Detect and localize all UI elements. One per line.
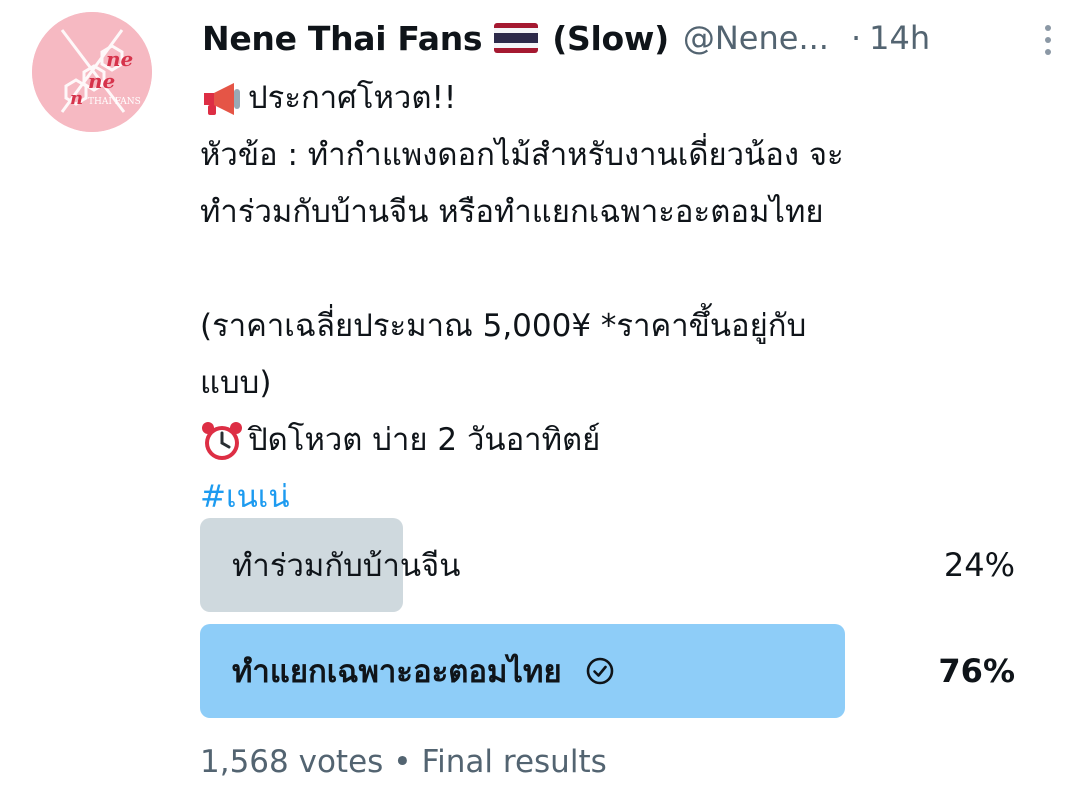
tweet-header: Nene Thai Fans (Slow) @Nene... · 14h: [202, 16, 1052, 60]
tweet-line-6: แบบ): [200, 365, 272, 401]
more-vertical-icon[interactable]: [1042, 22, 1054, 58]
check-circle-icon: [584, 655, 616, 687]
avatar[interactable]: ne ne n THAI FANS: [32, 12, 152, 132]
poll-option-2-label: ทำแยกเฉพาะอะตอมไทย: [232, 654, 562, 690]
poll-vote-count: 1,568 votes: [200, 744, 384, 780]
tweet-line-7-text: ปิดโหวต บ่าย 2 วันอาทิตย์: [248, 422, 601, 458]
tweet-line-3: ทำร่วมกับบ้านจีน หรือทำแยกเฉพาะอะตอมไทย: [200, 194, 824, 230]
poll-footer-separator: •: [393, 744, 412, 780]
poll: ทำร่วมกับบ้านจีน 24% ทำแยกเฉพาะอะตอมไทย …: [200, 518, 1015, 730]
avatar-text-1: ne: [106, 47, 133, 71]
tweet-line-1-text: ประกาศโหวต!!: [248, 80, 457, 116]
avatar-text-3: n: [70, 88, 83, 109]
poll-footer: 1,568 votes • Final results: [200, 740, 607, 784]
megaphone-icon: [200, 77, 244, 121]
poll-option-1: ทำร่วมกับบ้านจีน 24%: [200, 518, 1015, 612]
thailand-flag-icon: [494, 23, 539, 53]
tweet-line-7: ปิดโหวต บ่าย 2 วันอาทิตย์: [200, 412, 1060, 469]
author-suffix[interactable]: (Slow): [552, 19, 669, 58]
poll-status: Final results: [421, 744, 607, 780]
poll-option-1-percent: 24%: [943, 546, 1015, 584]
tweet-text: ประกาศโหวต!! หัวข้อ : ทำกำแพงดอกไม้สำหรั…: [200, 70, 1060, 526]
tweet-timestamp[interactable]: 14h: [869, 19, 930, 57]
tweet-line-1: ประกาศโหวต!!: [200, 70, 1060, 127]
author-handle[interactable]: @Nene...: [683, 19, 829, 57]
avatar-text-2: ne: [88, 69, 115, 93]
poll-option-2-label-wrap: ทำแยกเฉพาะอะตอมไทย: [232, 624, 616, 718]
poll-option-2-percent: 76%: [938, 652, 1015, 690]
tweet-line-5: (ราคาเฉลี่ยประมาณ 5,000¥ *ราคาขึ้นอยู่กั…: [200, 308, 807, 344]
avatar-text-4: THAI FANS: [88, 97, 141, 107]
poll-option-1-label: ทำร่วมกับบ้านจีน: [232, 548, 461, 584]
alarm-clock-icon: [200, 419, 244, 463]
author-name[interactable]: Nene Thai Fans: [202, 19, 483, 58]
nene-thai-fans-logo-icon: ne ne n THAI FANS: [32, 12, 152, 132]
poll-option-2: ทำแยกเฉพาะอะตอมไทย 76%: [200, 624, 1015, 718]
tweet-line-2: หัวข้อ : ทำกำแพงดอกไม้สำหรับงานเดี่ยวน้อ…: [200, 137, 844, 173]
header-separator: ·: [850, 19, 862, 57]
